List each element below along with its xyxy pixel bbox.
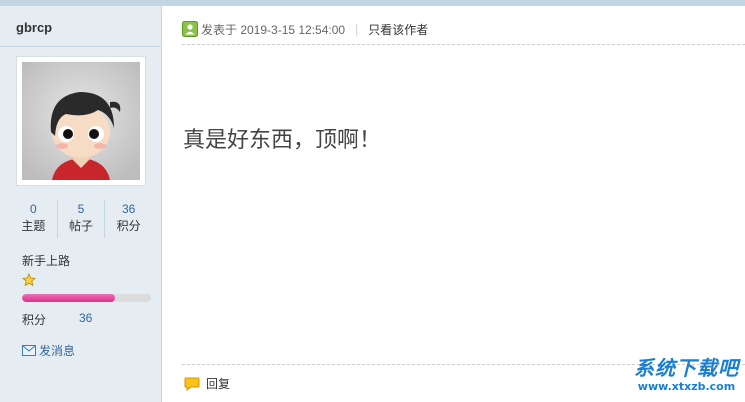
star-icon xyxy=(22,273,36,290)
sidebar-top-bar xyxy=(0,0,162,6)
divider xyxy=(0,46,162,47)
stat-value: 5 xyxy=(77,202,85,216)
stat-label: 积分 xyxy=(116,219,141,233)
stat-value: 36 xyxy=(122,202,136,216)
stat-threads[interactable]: 0 主题 xyxy=(10,200,58,238)
divider xyxy=(182,44,745,45)
watermark-url: www.xtxzb.com xyxy=(637,380,736,393)
credit-label: 积分 xyxy=(22,313,47,327)
reply-icon xyxy=(184,377,200,391)
send-message-link[interactable]: 发消息 xyxy=(22,342,75,359)
avatar-image xyxy=(22,62,140,180)
post-time: 发表于 2019-3-15 12:54:00 xyxy=(201,22,346,37)
meta-divider: | xyxy=(355,22,359,36)
user-sidebar: gbrcp 0 主题 5 帖子 36 积分 新手上路 积分 36 发消息 xyxy=(0,0,162,402)
stat-credits[interactable]: 36 积分 xyxy=(105,200,152,238)
avatar[interactable] xyxy=(16,56,146,186)
post-content: 真是好东西，顶啊！ xyxy=(183,128,382,153)
user-stats: 0 主题 5 帖子 36 积分 xyxy=(10,200,152,238)
stat-label: 帖子 xyxy=(69,219,94,233)
user-online-icon xyxy=(182,21,198,37)
level-progress-fill xyxy=(22,294,115,302)
stat-label: 主题 xyxy=(21,219,46,233)
watermark-logo: 系统下载吧 www.xtxzb.com xyxy=(634,352,739,393)
author-only-link[interactable]: 只看该作者 xyxy=(368,21,428,38)
post-meta: 发表于 2019-3-15 12:54:00 | 只看该作者 xyxy=(182,20,428,38)
stat-value: 0 xyxy=(29,202,37,216)
send-message-label: 发消息 xyxy=(39,344,76,358)
level-progress-bar xyxy=(22,294,151,302)
credit-value: 36 xyxy=(79,311,93,325)
reply-button[interactable]: 回复 xyxy=(184,375,230,392)
envelope-icon xyxy=(22,345,36,356)
user-group[interactable]: 新手上路 xyxy=(22,252,70,269)
watermark-title: 系统下载吧 xyxy=(634,356,739,380)
post-top-bar xyxy=(162,0,745,6)
stat-posts[interactable]: 5 帖子 xyxy=(58,200,106,238)
username-link[interactable]: gbrcp xyxy=(16,20,52,35)
reply-label: 回复 xyxy=(206,377,231,391)
